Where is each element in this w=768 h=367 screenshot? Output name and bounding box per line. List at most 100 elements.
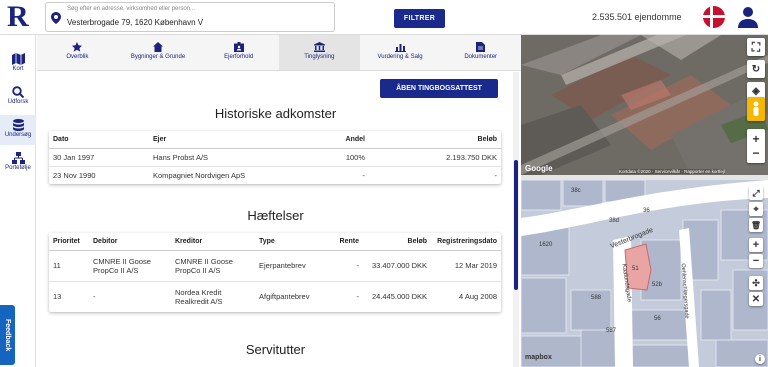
cell-rente: - <box>325 250 363 282</box>
top-bar: R Søg efter en adresse, virksomhed eller… <box>0 0 768 35</box>
plot-label: 587 <box>606 328 617 334</box>
tab-label: Overblik <box>66 54 89 60</box>
tab-overblik[interactable]: Overblik <box>37 35 118 70</box>
cell-andel: 100% <box>319 148 369 167</box>
table-row[interactable]: 30 Jan 1997 Hans Probst A/S 100% 2.193.7… <box>49 148 501 167</box>
measure-icon[interactable]: ✣ <box>749 276 763 290</box>
logo[interactable]: R <box>7 2 31 32</box>
database-icon <box>12 119 24 131</box>
column-header: Beløb <box>369 131 501 149</box>
column-header: Kreditor <box>171 233 255 251</box>
location-pin-icon <box>51 12 61 24</box>
cell-andel: - <box>362 170 366 180</box>
danish-flag-icon[interactable] <box>703 6 725 28</box>
search-value: Vesterbrogade 79, 1620 København V <box>67 18 204 27</box>
mapbox-logo: mapbox <box>525 354 552 361</box>
cell-prioritet: 13 <box>53 292 62 302</box>
filter-button[interactable]: FILTRER <box>394 9 445 28</box>
close-icon[interactable]: ✕ <box>749 292 763 306</box>
vector-map[interactable]: 38c 38d 36 1620 51 52b 588 587 56 Vester… <box>521 180 768 367</box>
tab-dokumenter[interactable]: Dokumenter <box>440 35 521 70</box>
plot-label: 36 <box>643 208 650 214</box>
cell-dato: 30 Jan 1997 <box>49 148 149 167</box>
expand-icon[interactable]: ⤢ <box>749 186 763 200</box>
star-icon <box>72 42 83 52</box>
sidebar-item-label: Udforsk <box>7 99 29 105</box>
cell-beloeb: 33.407.000 DKK <box>363 250 431 282</box>
plot-label: 38c <box>571 188 581 194</box>
column-header: Debitor <box>89 233 171 251</box>
sidebar-item-kort[interactable]: Kort <box>0 49 36 79</box>
column-header: Rente <box>325 233 363 251</box>
tab-label: Ejerforhold <box>224 54 254 60</box>
servitutter-title: Servitutter <box>245 342 306 357</box>
cell-beloeb: - <box>494 170 498 180</box>
rotate-icon[interactable]: ↻ <box>747 60 765 78</box>
cell-kreditor: CMNRE II Goose PropCo II A/S <box>171 250 255 282</box>
info-icon[interactable]: i <box>755 354 765 364</box>
home-icon <box>153 42 163 52</box>
cell-beloeb: 24.445.000 DKK <box>371 292 427 302</box>
aerial-attribution[interactable]: Kortdata ©2020 · Servicevilkår · Rapport… <box>619 169 725 174</box>
scrollbar-thumb[interactable] <box>514 160 518 290</box>
user-icon[interactable] <box>738 6 758 28</box>
id-badge-icon <box>233 42 244 52</box>
content-scrollbar[interactable] <box>513 72 519 367</box>
street-view-pegman-icon[interactable] <box>747 97 765 121</box>
zoom-out-icon[interactable]: − <box>752 146 759 160</box>
aerial-map[interactable]: ⛶ ↻ ◈ + − Google Kortdata ©2020 · Servic… <box>521 35 768 175</box>
adkomster-title: Historiske adkomster <box>214 106 337 121</box>
feedback-button[interactable]: Feedback <box>0 305 15 365</box>
bank-icon <box>313 42 325 52</box>
tab-label: Bygninger & Grunde <box>130 54 186 60</box>
sidebar-item-undersoeg[interactable]: Undersøg <box>0 115 36 145</box>
zoom-in-icon[interactable]: + <box>749 238 763 252</box>
tab-vurdering[interactable]: Vurdering & Salg <box>360 35 441 70</box>
adkomster-table: Dato Ejer Andel Beløb 30 Jan 1997 Hans P… <box>49 131 501 184</box>
cell-type: Ejerpantebrev <box>255 250 325 282</box>
table-row[interactable]: 13 - Nordea Kredit Realkredit A/S Afgift… <box>49 281 501 312</box>
cell-dato: 23 Nov 1990 <box>53 170 96 180</box>
document-icon <box>476 42 486 52</box>
property-count: 2.535.501 ejendomme <box>592 12 682 22</box>
fullscreen-icon[interactable]: ⛶ <box>747 38 765 56</box>
tab-tinglysning[interactable]: Tinglysning <box>279 35 360 70</box>
haeftelser-table: Prioritet Debitor Kreditor Type Rente Be… <box>49 233 501 312</box>
bar-chart-icon <box>394 44 406 52</box>
sidebar-item-portefoelje[interactable]: Portefølje <box>0 148 36 178</box>
haeftelser-table-card: Prioritet Debitor Kreditor Type Rente Be… <box>49 233 501 312</box>
table-row[interactable]: 23 Nov 1990 Kompagniet Nordvigen ApS - - <box>49 166 501 184</box>
search-input[interactable]: Søg efter en adresse, virksomhed eller p… <box>45 2 335 32</box>
sidebar-item-label: Portefølje <box>5 165 31 171</box>
cell-ejer: Kompagniet Nordvigen ApS <box>153 170 246 180</box>
column-header: Dato <box>49 131 149 149</box>
tab-bygninger[interactable]: Bygninger & Grunde <box>118 35 199 70</box>
column-header: Beløb <box>363 233 431 251</box>
map-icon <box>11 53 25 65</box>
cell-registreringsdato: 4 Aug 2008 <box>459 292 497 302</box>
trash-icon[interactable]: 🗑 <box>749 218 763 232</box>
haeftelser-title: Hæftelser <box>247 208 304 223</box>
cell-beloeb: 2.193.750 DKK <box>369 148 501 167</box>
sidebar-item-label: Kort <box>12 66 24 72</box>
column-header: Registreringsdato <box>431 233 501 251</box>
plot-label: 56 <box>654 316 661 322</box>
plot-label: 1620 <box>539 242 553 248</box>
tab-ejerforhold[interactable]: Ejerforhold <box>198 35 279 70</box>
zoom-out-icon[interactable]: − <box>749 254 763 268</box>
aerial-imagery <box>521 35 768 175</box>
column-header: Ejer <box>149 131 319 149</box>
cell-type: Afgiftpantebrev <box>259 292 310 302</box>
zoom-in-icon[interactable]: + <box>752 132 759 146</box>
cell-ejer: Hans Probst A/S <box>149 148 319 167</box>
table-row[interactable]: 11 CMNRE II Goose PropCo II A/S CMNRE II… <box>49 250 501 282</box>
crosshair-icon[interactable]: ⌖ <box>749 202 763 216</box>
cell-registreringsdato: 12 Mar 2019 <box>431 250 501 282</box>
cell-rente: - <box>356 292 360 302</box>
sidebar-item-udforsk[interactable]: Udforsk <box>0 82 36 112</box>
tab-label: Vurdering & Salg <box>377 54 423 60</box>
column-header: Andel <box>319 131 369 149</box>
open-tingbog-button[interactable]: ÅBEN TINGBOGSATTEST <box>380 79 498 98</box>
aerial-zoom-control[interactable]: + − <box>747 129 765 163</box>
cell-kreditor: Nordea Kredit Realkredit A/S <box>175 287 223 306</box>
